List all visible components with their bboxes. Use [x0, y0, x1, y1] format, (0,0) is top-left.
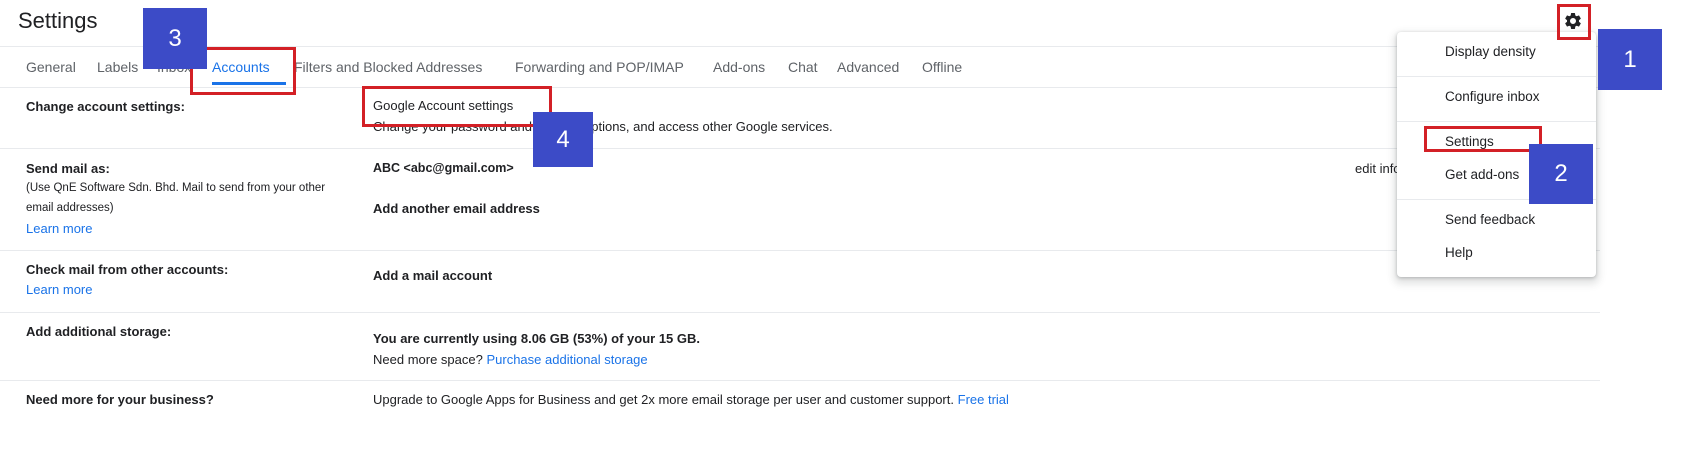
annotation-badge-3: 3 — [143, 8, 207, 69]
tab-labels[interactable]: Labels — [97, 47, 138, 87]
menu-divider — [1397, 121, 1596, 122]
row-change-account: Change account settings: Google Account … — [0, 87, 1600, 149]
row-label: Send mail as: — [26, 161, 110, 176]
row-label: Check mail from other accounts: — [26, 262, 229, 277]
highlight-settings-item — [1424, 126, 1542, 152]
tab-chat[interactable]: Chat — [788, 47, 818, 87]
menu-item-configure-inbox[interactable]: Configure inbox — [1445, 89, 1540, 104]
annotation-badge-1: 1 — [1598, 29, 1662, 90]
tab-general[interactable]: General — [26, 47, 76, 87]
page-title: Settings — [18, 8, 98, 33]
highlight-gear — [1557, 4, 1591, 40]
add-another-email-link[interactable]: Add another email address — [373, 201, 540, 216]
highlight-google-account-link — [362, 86, 552, 127]
tab-filters[interactable]: Filters and Blocked Addresses — [294, 47, 482, 87]
send-mail-note-line2: email addresses) — [26, 202, 114, 214]
storage-usage: You are currently using 8.06 GB (53%) of… — [373, 331, 701, 346]
add-mail-account-link[interactable]: Add a mail account — [373, 268, 492, 283]
more-space-text: Need more space? — [373, 352, 483, 367]
free-trial-link[interactable]: Free trial — [958, 392, 1009, 407]
row-check-mail: Check mail from other accounts: Learn mo… — [0, 251, 1600, 313]
learn-more-link[interactable]: Learn more — [26, 280, 92, 300]
tab-addons[interactable]: Add-ons — [713, 47, 765, 87]
menu-item-get-addons[interactable]: Get add-ons — [1445, 167, 1519, 182]
menu-divider — [1397, 76, 1596, 77]
annotation-badge-2: 2 — [1529, 144, 1593, 204]
annotation-badge-4: 4 — [533, 112, 593, 167]
sender-address: ABC <abc@gmail.com> — [373, 161, 514, 175]
tab-offline[interactable]: Offline — [922, 47, 962, 87]
edit-info-link[interactable]: edit info — [1355, 161, 1401, 176]
business-text-wrap: Upgrade to Google Apps for Business and … — [373, 392, 1009, 407]
business-upgrade-text: Upgrade to Google Apps for Business and … — [373, 392, 954, 407]
tab-forwarding[interactable]: Forwarding and POP/IMAP — [515, 47, 684, 87]
row-label: Add additional storage: — [26, 324, 172, 339]
row-send-mail-as: Send mail as: (Use QnE Software Sdn. Bhd… — [0, 149, 1600, 251]
row-business: Need more for your business? Upgrade to … — [0, 381, 1600, 431]
learn-more-link[interactable]: Learn more — [26, 219, 92, 239]
row-label: Need more for your business? — [26, 392, 214, 407]
menu-item-help[interactable]: Help — [1445, 245, 1473, 260]
row-storage: Add additional storage: You are currentl… — [0, 313, 1600, 381]
menu-item-display-density[interactable]: Display density — [1445, 44, 1536, 59]
send-mail-note-line1: (Use QnE Software Sdn. Bhd. Mail to send… — [26, 182, 326, 194]
purchase-storage-link[interactable]: Purchase additional storage — [486, 352, 647, 367]
storage-more-space: Need more space? Purchase additional sto… — [373, 352, 648, 367]
tab-advanced[interactable]: Advanced — [837, 47, 899, 87]
row-label: Change account settings: — [26, 99, 185, 114]
menu-item-send-feedback[interactable]: Send feedback — [1445, 212, 1535, 227]
